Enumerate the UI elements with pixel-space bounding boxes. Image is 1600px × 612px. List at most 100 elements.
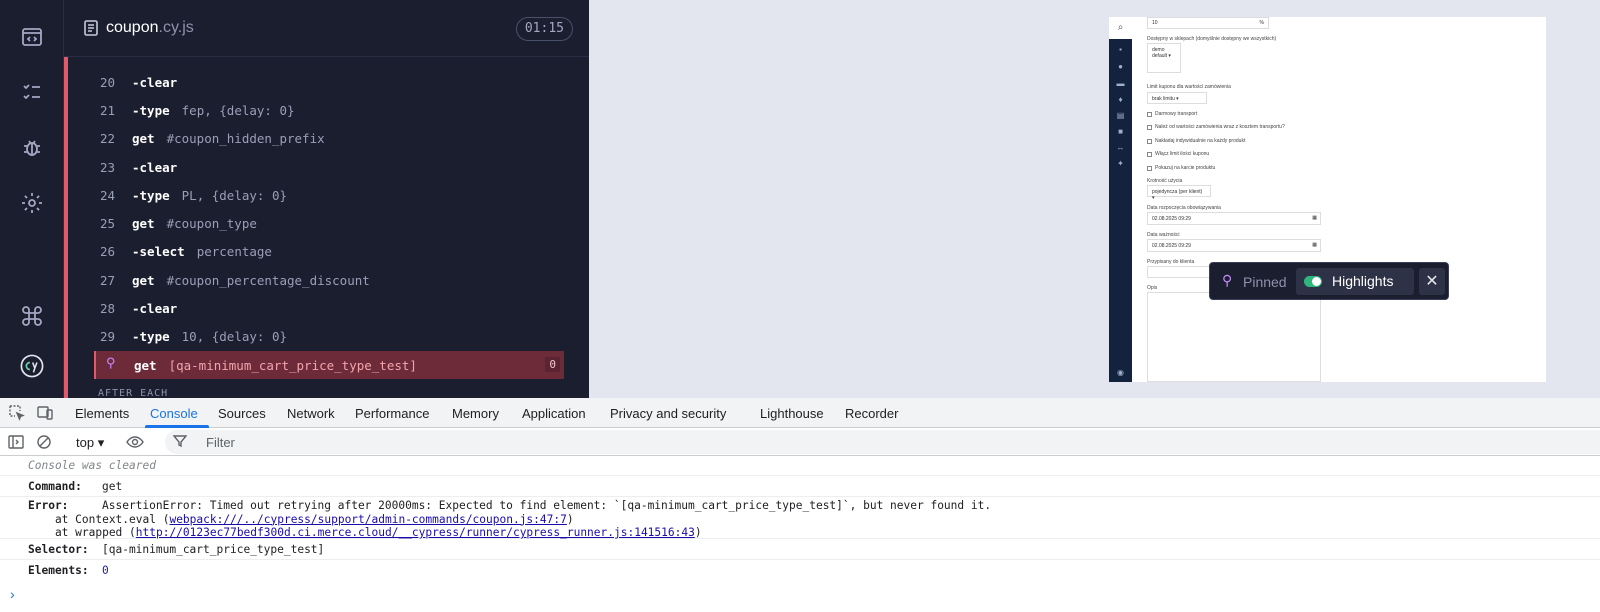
channels-select[interactable]: demo default ▾ bbox=[1147, 43, 1181, 73]
pinned-label: Pinned bbox=[1243, 274, 1287, 290]
command-name: -select bbox=[132, 244, 185, 260]
command-number: 21 bbox=[100, 102, 116, 118]
console-output: Console was cleared Command: get Error: As… bbox=[0, 456, 1600, 581]
spec-extension: .cy.js bbox=[158, 19, 194, 36]
command-name: get bbox=[134, 357, 157, 373]
source-link[interactable]: webpack:///../cypress/support/admin-comm… bbox=[169, 513, 566, 526]
highlights-toggle[interactable]: Highlights bbox=[1296, 268, 1414, 295]
wrench-icon[interactable]: ✦ bbox=[1115, 158, 1126, 169]
command-number: 26 bbox=[100, 244, 116, 260]
spec-name: coupon bbox=[106, 19, 159, 36]
eye-icon[interactable] bbox=[126, 433, 144, 451]
start-date-label: Data rozpoczęcia obowiązywania bbox=[1147, 205, 1221, 211]
command-log-panel: coupon .cy.js 01:15 20 -clear 21 -type fep, {… bbox=[64, 0, 589, 398]
command-name: -type bbox=[132, 187, 170, 203]
sidebar-toggle-icon[interactable] bbox=[7, 433, 25, 451]
document-icon[interactable]: ▤ bbox=[1115, 110, 1126, 121]
devtools-panel: Elements Console Sources Network Performance… bbox=[0, 398, 1600, 612]
command-row[interactable]: 28 -clear bbox=[94, 294, 564, 322]
end-date-label: Data ważności bbox=[1147, 232, 1180, 238]
truck-icon[interactable]: ▬ bbox=[1115, 78, 1126, 89]
with-transport-checkbox[interactable] bbox=[1147, 125, 1152, 130]
coupon-limit-checkbox[interactable] bbox=[1147, 152, 1152, 157]
command-row[interactable]: 22 get #coupon_hidden_prefix bbox=[94, 125, 564, 153]
settings-icon[interactable] bbox=[17, 188, 47, 218]
filter-icon bbox=[173, 435, 187, 448]
tab-memory[interactable]: Memory bbox=[452, 406, 499, 421]
device-toolbar-icon[interactable] bbox=[36, 404, 54, 422]
command-message: fep, {delay: 0} bbox=[181, 102, 295, 118]
filter-placeholder: Filter bbox=[206, 435, 235, 450]
percent-input[interactable]: 10% bbox=[1147, 17, 1269, 29]
debug-icon[interactable] bbox=[17, 133, 47, 163]
user-icon[interactable]: ● bbox=[1115, 61, 1126, 72]
tab-network[interactable]: Network bbox=[287, 406, 335, 421]
command-number: 23 bbox=[100, 159, 116, 175]
command-list: 20 -clear 21 -type fep, {delay: 0} 22 get #coup… bbox=[94, 68, 564, 380]
command-message: #coupon_type bbox=[166, 216, 257, 232]
search-icon[interactable]: ⌕ bbox=[1109, 17, 1132, 39]
description-textarea[interactable] bbox=[1147, 292, 1321, 382]
console-toolbar: top ▾ Filter bbox=[0, 428, 1600, 456]
console-elements-row: Elements: 0 bbox=[28, 564, 109, 577]
building-icon[interactable]: ■ bbox=[1115, 126, 1126, 137]
pin-icon: ⚲ bbox=[1222, 272, 1233, 288]
command-name: -type bbox=[132, 102, 170, 118]
command-row[interactable]: 23 -clear bbox=[94, 153, 564, 181]
command-row[interactable]: 29 -type 10, {delay: 0} bbox=[94, 323, 564, 351]
calendar-icon[interactable]: ▦ bbox=[1312, 242, 1317, 248]
free-transport-checkbox[interactable] bbox=[1147, 112, 1152, 117]
command-number: 24 bbox=[100, 187, 116, 203]
console-prompt[interactable]: › bbox=[10, 586, 15, 602]
after-each-hook[interactable]: AFTER EACH bbox=[98, 388, 168, 398]
client-input[interactable] bbox=[1147, 266, 1213, 278]
show-on-product-checkbox[interactable] bbox=[1147, 166, 1152, 171]
tab-application[interactable]: Application bbox=[522, 406, 586, 421]
command-row[interactable]: 21 -type fep, {delay: 0} bbox=[94, 96, 564, 124]
tab-sources[interactable]: Sources bbox=[218, 406, 266, 421]
tab-performance[interactable]: Performance bbox=[355, 406, 429, 421]
end-date-input[interactable]: 02.08.2025 09:29 ▦ bbox=[1147, 239, 1321, 252]
arrows-icon[interactable]: ↔ bbox=[1115, 142, 1126, 153]
command-row[interactable]: 20 -clear bbox=[94, 68, 564, 96]
context-selector[interactable]: top ▾ bbox=[76, 435, 104, 451]
command-name: get bbox=[132, 131, 155, 147]
runner-link[interactable]: http://0123ec77bedf300d.ci.merce.cloud/_… bbox=[136, 526, 695, 539]
active-command-row[interactable]: ⚲ get [qa-minimum_cart_price_type_test] 0 bbox=[94, 350, 564, 380]
command-row[interactable]: 26 -select percentage bbox=[94, 238, 564, 266]
tab-privacy-and-security[interactable]: Privacy and security bbox=[610, 406, 726, 421]
tab-recorder[interactable]: Recorder bbox=[845, 406, 898, 421]
description-label: Opis bbox=[1147, 285, 1158, 291]
console-command-row: Command: get bbox=[0, 476, 1600, 497]
command-row[interactable]: 24 -type PL, {delay: 0} bbox=[94, 181, 564, 209]
limit-label: Limit kuponu dla wartości zamówienia bbox=[1147, 84, 1231, 90]
console-error-row: Error: AssertionError: Timed out retrying… bbox=[0, 497, 1600, 539]
command-message: 10, {delay: 0} bbox=[181, 329, 287, 345]
profile-icon[interactable]: ◉ bbox=[1115, 367, 1126, 378]
tab-elements[interactable]: Elements bbox=[75, 406, 129, 421]
print-icon[interactable]: ▪ bbox=[1115, 44, 1126, 55]
specs-icon[interactable] bbox=[17, 22, 47, 52]
pinned-snapshot-bar: ⚲ Pinned Highlights ✕ bbox=[1209, 262, 1449, 300]
inspect-icon[interactable] bbox=[8, 404, 26, 422]
per-product-checkbox[interactable] bbox=[1147, 139, 1152, 144]
award-icon[interactable]: ♦ bbox=[1115, 94, 1126, 105]
command-row[interactable]: 25 get #coupon_type bbox=[94, 209, 564, 237]
filter-input[interactable] bbox=[165, 430, 1600, 454]
spec-header: coupon .cy.js 01:15 bbox=[64, 0, 589, 57]
command-row[interactable]: 27 get #coupon_percentage_discount bbox=[94, 266, 564, 294]
app-under-test: ⌕ ▪ ● ▬ ♦ ▤ ■ ↔ ✦ ◉ 10% Dostępny w sklep… bbox=[1109, 17, 1546, 382]
toggle-switch-icon bbox=[1304, 276, 1322, 287]
close-icon[interactable]: ✕ bbox=[1419, 268, 1445, 295]
runs-icon[interactable] bbox=[17, 77, 47, 107]
usage-select[interactable]: pojedyncza (per klient) ▾ bbox=[1147, 185, 1211, 201]
tab-console[interactable]: Console bbox=[150, 406, 198, 421]
calendar-icon[interactable]: ▦ bbox=[1312, 215, 1317, 221]
usage-label: Krotność użycia bbox=[1147, 178, 1183, 184]
clear-console-icon[interactable] bbox=[35, 433, 53, 451]
tab-lighthouse[interactable]: Lighthouse bbox=[760, 406, 824, 421]
keyboard-shortcuts-icon[interactable] bbox=[17, 301, 47, 331]
limit-select[interactable]: brak limitu ▾ bbox=[1147, 92, 1207, 104]
cypress-runner: coupon .cy.js 01:15 20 -clear 21 -type fep, {… bbox=[0, 0, 1600, 612]
start-date-input[interactable]: 02.08.2025 09:29 ▦ bbox=[1147, 212, 1321, 225]
